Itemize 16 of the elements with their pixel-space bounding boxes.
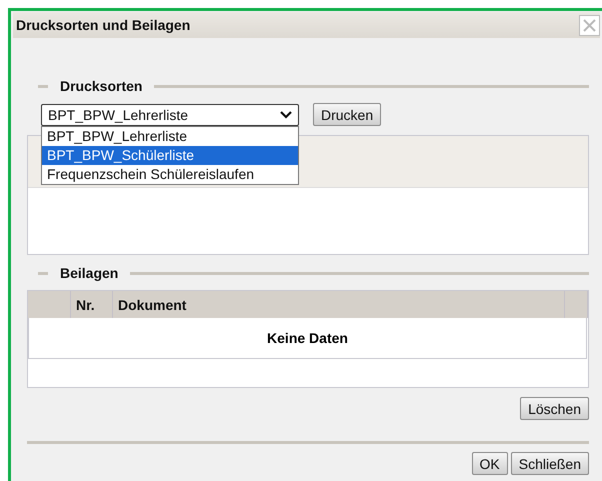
section-legend: Beilagen [60,265,118,281]
ok-button[interactable]: OK [472,452,508,475]
dropdown-option[interactable]: Frequenzschein Schülereislaufen [42,165,298,184]
close-icon[interactable] [579,14,600,36]
window-title: Drucksorten und Beilagen [16,17,190,33]
chevron-down-icon [280,110,292,118]
column-header[interactable]: Nr. [71,291,113,318]
section-legend: Drucksorten [60,78,142,94]
empty-message: Keine Daten [28,318,587,359]
print-type-dropdown[interactable]: BPT_BPW_Lehrerliste [41,104,299,126]
print-button[interactable]: Drucken [313,103,382,126]
dropdown-option[interactable]: BPT_BPW_Schülerliste [42,146,298,165]
dropdown-option[interactable]: BPT_BPW_Lehrerliste [42,127,298,146]
delete-button[interactable]: Löschen [520,397,589,420]
column-header[interactable]: Dokument [113,291,565,318]
close-button[interactable]: Schließen [510,452,589,475]
